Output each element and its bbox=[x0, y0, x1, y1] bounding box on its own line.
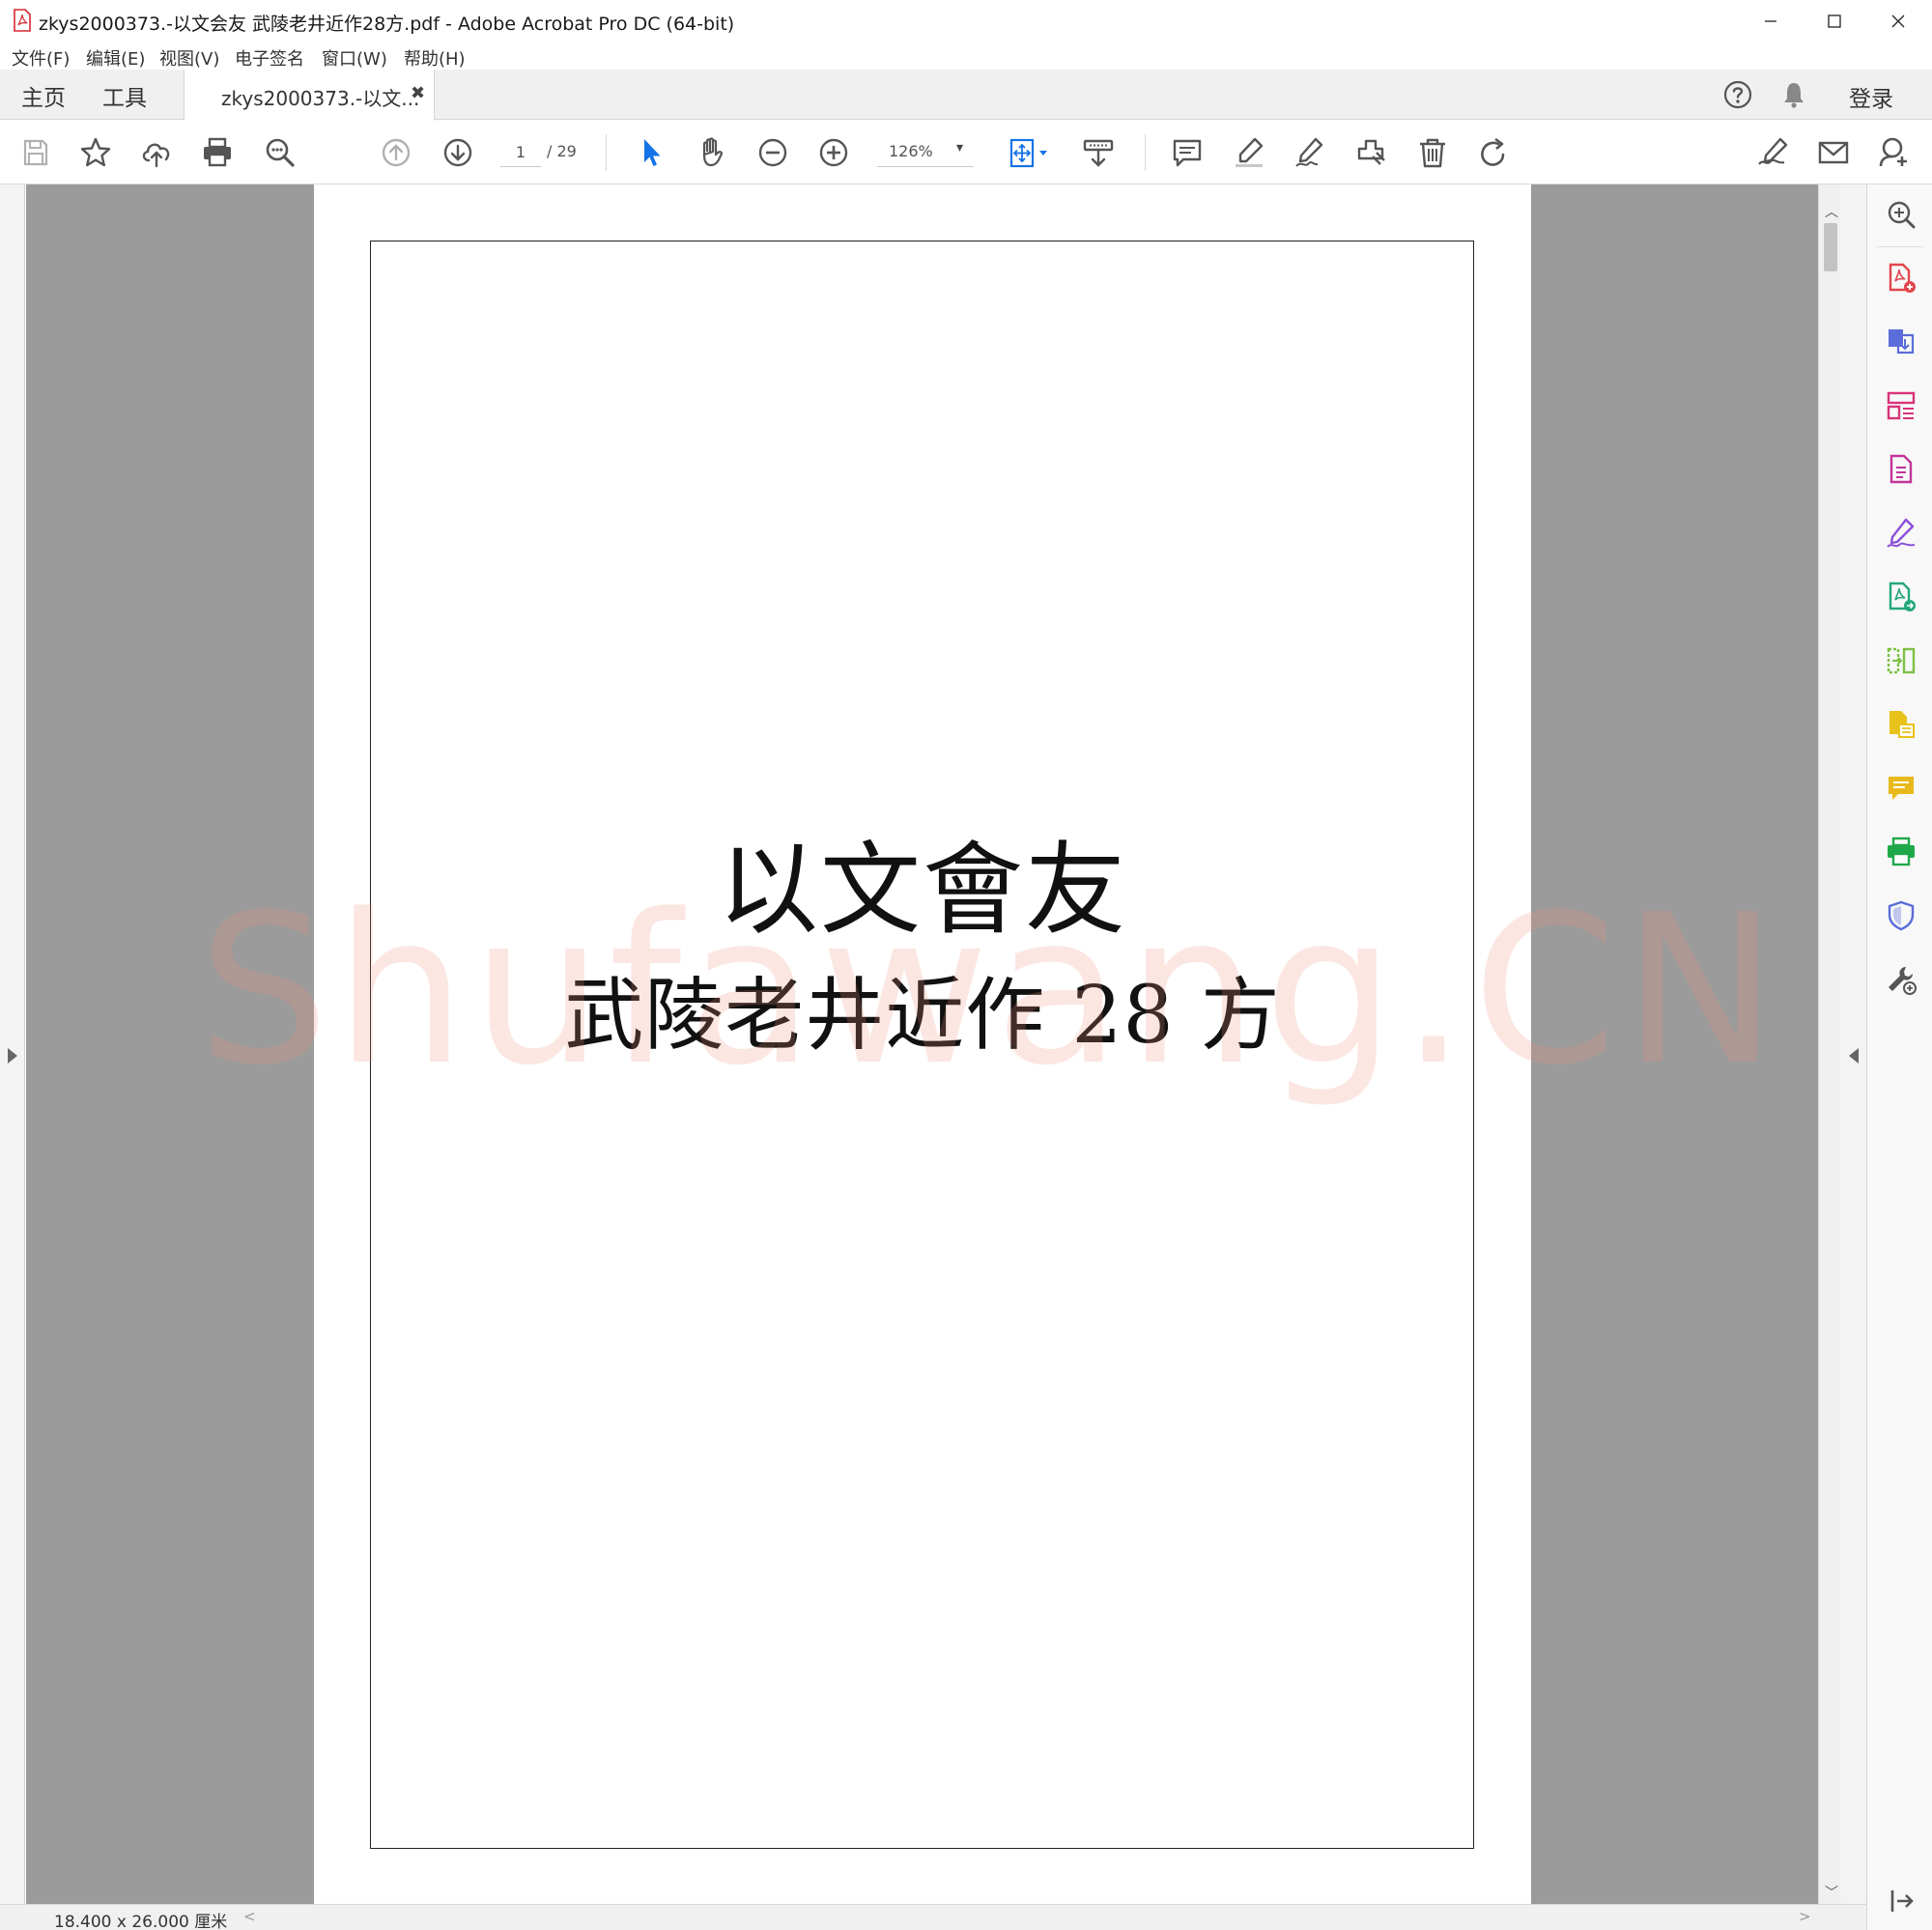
sign-icon[interactable] bbox=[1292, 134, 1328, 171]
protect-icon[interactable] bbox=[1885, 899, 1918, 932]
login-button[interactable]: 登录 bbox=[1849, 80, 1893, 113]
menu-window[interactable]: 窗口(W) bbox=[322, 45, 387, 71]
organize-pages-icon[interactable] bbox=[1885, 389, 1918, 422]
tab-close-icon[interactable]: ✖ bbox=[411, 83, 425, 103]
select-cursor-icon[interactable] bbox=[633, 134, 669, 171]
zoom-in-icon[interactable] bbox=[815, 134, 852, 171]
email-icon[interactable] bbox=[1815, 134, 1852, 171]
export-file-icon[interactable] bbox=[1885, 708, 1918, 741]
vertical-scrollbar[interactable]: ︿ ﹀ bbox=[1818, 184, 1841, 1904]
expand-left-icon[interactable] bbox=[8, 1048, 17, 1064]
page-number-input[interactable] bbox=[500, 138, 541, 167]
help-icon[interactable] bbox=[1722, 79, 1753, 110]
scroll-thumb[interactable] bbox=[1824, 223, 1837, 271]
compare-icon[interactable] bbox=[1885, 644, 1918, 677]
highlight-icon[interactable] bbox=[1231, 134, 1267, 171]
document-title: 以文會友 bbox=[717, 831, 1127, 949]
status-bar: 18.400 x 26.000 厘米 < > bbox=[0, 1904, 1866, 1930]
document-viewer[interactable]: 以文會友 武陵老井近作 28 方 Shufawang.CN bbox=[26, 184, 1818, 1904]
maximize-icon[interactable] bbox=[1803, 0, 1866, 43]
delete-icon[interactable] bbox=[1414, 134, 1451, 171]
menu-edit[interactable]: 编辑(E) bbox=[86, 45, 145, 71]
edit-pdf-icon[interactable] bbox=[1885, 453, 1918, 486]
main-toolbar: / 29 126% ▾ bbox=[0, 121, 1932, 184]
bookmark-star-icon[interactable] bbox=[77, 134, 114, 171]
notification-bell-icon[interactable] bbox=[1778, 79, 1809, 110]
rotate-icon[interactable] bbox=[1475, 134, 1512, 171]
minimize-icon[interactable] bbox=[1739, 0, 1803, 43]
menu-bar: 文件(F) 编辑(E) 视图(V) 电子签名 窗口(W) 帮助(H) bbox=[0, 43, 1932, 70]
tab-home[interactable]: 主页 bbox=[21, 79, 66, 112]
share-user-icon[interactable] bbox=[1876, 134, 1913, 171]
right-pane-toggle[interactable] bbox=[1841, 184, 1866, 1904]
scroll-right-icon[interactable]: > bbox=[1799, 1908, 1811, 1925]
menu-file[interactable]: 文件(F) bbox=[12, 45, 70, 71]
zoom-value: 126% bbox=[889, 142, 933, 160]
menu-view[interactable]: 视图(V) bbox=[159, 45, 219, 71]
tab-bar: 主页 工具 zkys2000373.-以文... ✖ 登录 bbox=[0, 70, 1932, 121]
page-total: / 29 bbox=[547, 142, 577, 160]
toolbar-divider bbox=[1145, 134, 1146, 171]
zoom-out-icon[interactable] bbox=[754, 134, 791, 171]
window-title: zkys2000373.-以文会友 武陵老井近作28方.pdf - Adobe … bbox=[39, 14, 735, 35]
tab-document[interactable]: zkys2000373.-以文... ✖ bbox=[184, 70, 435, 121]
pdf-file-icon bbox=[14, 9, 31, 32]
close-icon[interactable] bbox=[1866, 0, 1930, 43]
scroll-left-icon[interactable]: < bbox=[243, 1908, 256, 1925]
pane-divider bbox=[1877, 246, 1923, 247]
scroll-mode-icon[interactable] bbox=[1080, 134, 1117, 171]
previous-page-icon[interactable] bbox=[378, 134, 414, 171]
fill-sign-icon[interactable] bbox=[1754, 134, 1791, 171]
next-page-icon[interactable] bbox=[440, 134, 476, 171]
comment-icon[interactable] bbox=[1169, 134, 1206, 171]
stamp-icon[interactable] bbox=[1352, 134, 1389, 171]
create-pdf-icon[interactable] bbox=[1885, 262, 1918, 295]
more-tools-icon[interactable] bbox=[1885, 963, 1918, 996]
left-nav-pane-toggle[interactable] bbox=[0, 184, 25, 1904]
scroll-down-icon[interactable]: ﹀ bbox=[1825, 1883, 1838, 1902]
fill-sign-pane-icon[interactable] bbox=[1885, 517, 1918, 550]
send-for-review-icon[interactable] bbox=[1885, 581, 1918, 613]
comment-pane-icon[interactable] bbox=[1885, 772, 1918, 805]
find-zoom-icon[interactable] bbox=[262, 134, 298, 171]
scroll-up-icon[interactable]: ︿ bbox=[1825, 202, 1838, 221]
enhance-scan-icon[interactable] bbox=[1885, 198, 1918, 231]
export-pdf-icon[interactable] bbox=[1885, 326, 1918, 358]
pdf-page: 以文會友 武陵老井近作 28 方 bbox=[314, 184, 1531, 1904]
title-bar: zkys2000373.-以文会友 武陵老井近作28方.pdf - Adobe … bbox=[0, 0, 1932, 43]
menu-help[interactable]: 帮助(H) bbox=[404, 45, 466, 71]
chevron-down-icon[interactable]: ▾ bbox=[956, 140, 963, 156]
save-icon[interactable] bbox=[17, 134, 54, 171]
hand-icon[interactable] bbox=[694, 134, 730, 171]
collapse-right-icon[interactable] bbox=[1849, 1048, 1859, 1064]
tab-tools[interactable]: 工具 bbox=[102, 79, 147, 112]
fit-page-icon[interactable] bbox=[1006, 134, 1054, 171]
toolbar-divider bbox=[606, 134, 607, 171]
collapse-pane-icon[interactable] bbox=[1885, 1885, 1918, 1917]
cloud-upload-icon[interactable] bbox=[138, 134, 175, 171]
page-size-label: 18.400 x 26.000 厘米 bbox=[54, 1913, 228, 1930]
print-icon[interactable] bbox=[199, 134, 236, 171]
zoom-level-select[interactable]: 126% ▾ bbox=[877, 138, 974, 167]
document-subtitle: 武陵老井近作 28 方 bbox=[564, 970, 1281, 1062]
menu-e-sign[interactable]: 电子签名 bbox=[235, 45, 304, 71]
right-tools-pane bbox=[1866, 184, 1932, 1930]
print-production-icon[interactable] bbox=[1885, 836, 1918, 868]
document-tab-label: zkys2000373.-以文... bbox=[221, 87, 420, 110]
